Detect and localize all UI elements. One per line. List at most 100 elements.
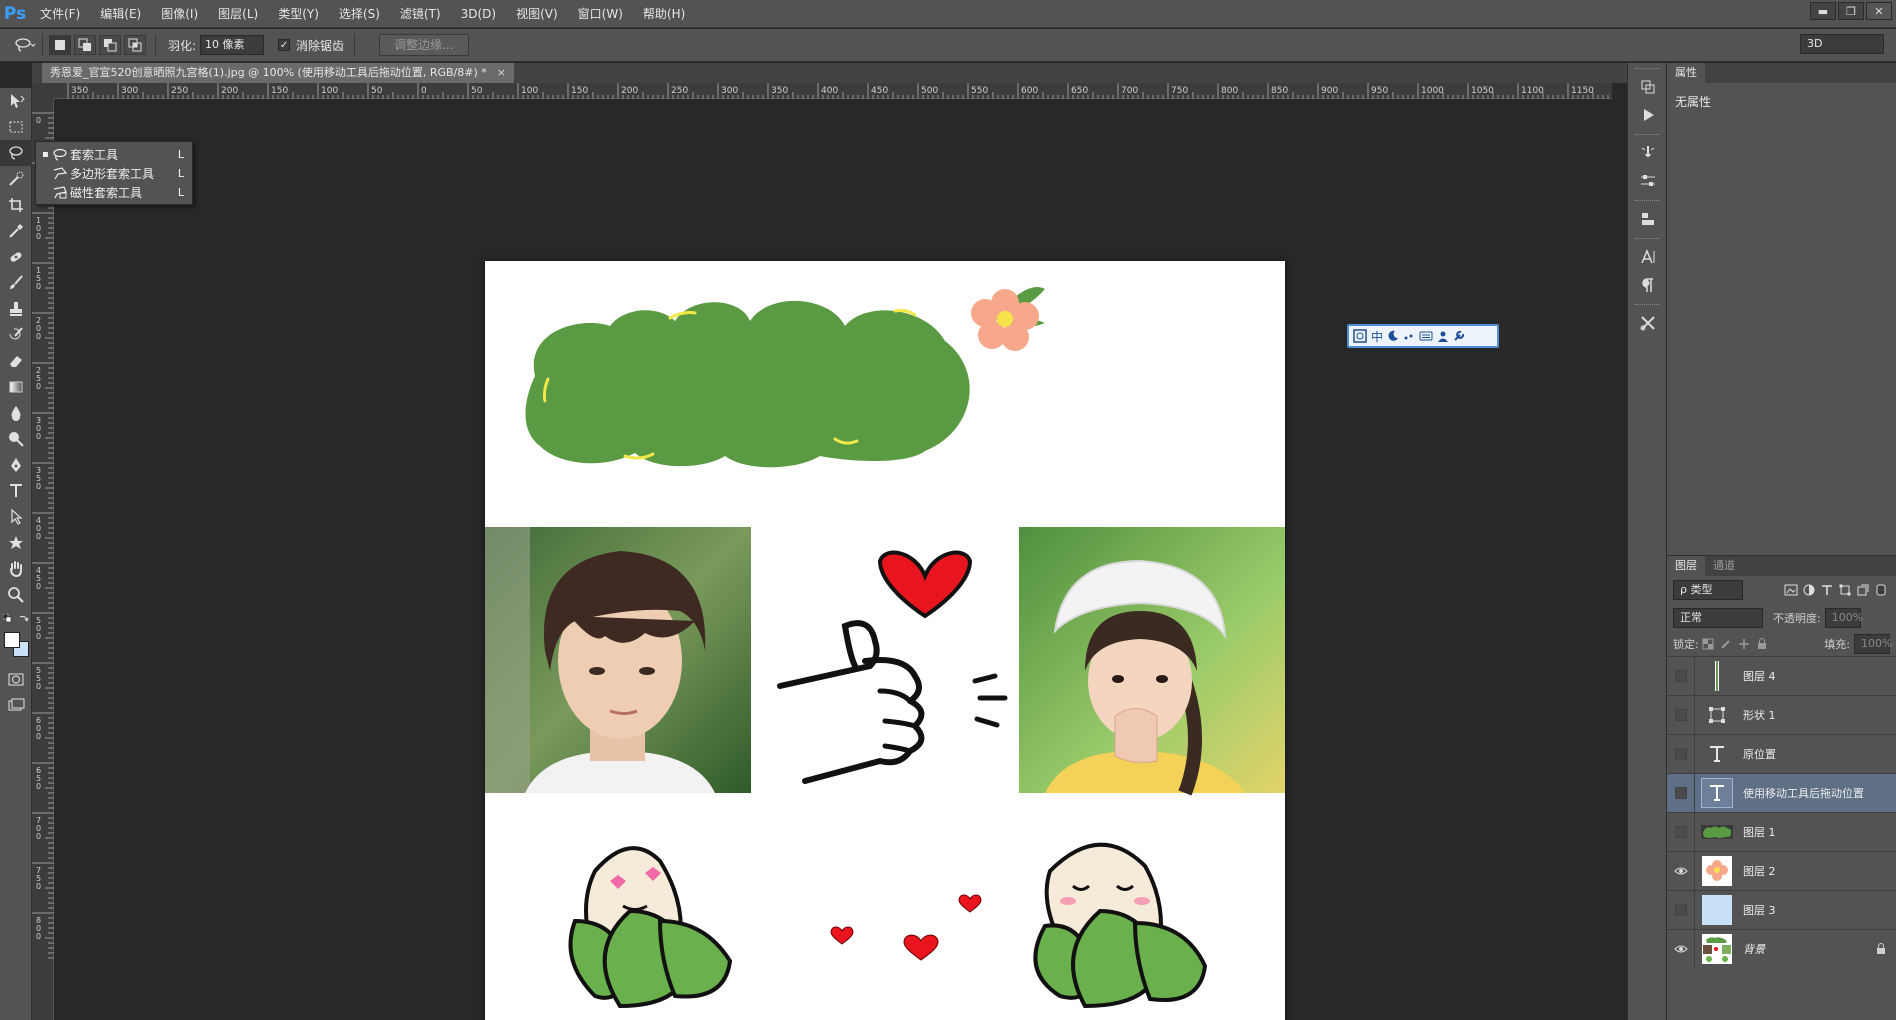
- marquee-tool[interactable]: [0, 114, 32, 140]
- document-canvas[interactable]: [485, 261, 1285, 1020]
- crop-tool[interactable]: [0, 192, 32, 218]
- menu-filter[interactable]: 滤镜(T): [390, 0, 451, 28]
- fill-input[interactable]: 100%: [1854, 634, 1892, 654]
- ime-punctuation-icon[interactable]: [1403, 328, 1415, 344]
- layer-row[interactable]: 图层 1: [1667, 812, 1896, 852]
- ime-keyboard-icon[interactable]: [1419, 328, 1433, 344]
- visibility-toggle[interactable]: [1667, 773, 1695, 813]
- history-panel-icon[interactable]: [1628, 73, 1668, 101]
- minimize-button[interactable]: ▬: [1810, 2, 1836, 20]
- layer-row[interactable]: 原位置: [1667, 734, 1896, 774]
- brush-presets-icon[interactable]: [1628, 139, 1668, 167]
- blend-mode-select[interactable]: 正常: [1673, 608, 1763, 628]
- visibility-toggle[interactable]: [1667, 812, 1695, 852]
- tab-layers[interactable]: 图层: [1667, 556, 1705, 576]
- move-tool[interactable]: [0, 88, 32, 114]
- clone-stamp-tool[interactable]: [0, 296, 32, 322]
- ime-moon-icon[interactable]: [1387, 328, 1399, 344]
- filter-adjustment-icon[interactable]: [1800, 582, 1818, 598]
- antialias-checkbox[interactable]: ✓: [278, 39, 291, 51]
- visibility-toggle[interactable]: [1667, 695, 1695, 735]
- hand-tool[interactable]: [0, 556, 32, 582]
- tab-properties[interactable]: 属性: [1667, 63, 1705, 83]
- default-colors-icon[interactable]: [3, 614, 13, 624]
- add-selection-icon[interactable]: [74, 35, 96, 55]
- vertical-ruler[interactable]: 0501001502002503003504004505005506006507…: [32, 99, 54, 1020]
- visibility-toggle[interactable]: [1667, 734, 1695, 774]
- layer-row-background[interactable]: 背景: [1667, 929, 1896, 969]
- gradient-tool[interactable]: [0, 374, 32, 400]
- history-brush-tool[interactable]: [0, 322, 32, 348]
- zoom-tool[interactable]: [0, 582, 32, 608]
- character-panel-icon[interactable]: [1628, 243, 1668, 271]
- filter-type-icon[interactable]: [1818, 582, 1836, 598]
- filter-toggle-icon[interactable]: [1872, 582, 1890, 598]
- feather-input[interactable]: 10 像素: [200, 35, 265, 55]
- menu-image[interactable]: 图像(I): [151, 0, 208, 28]
- actions-play-icon[interactable]: [1628, 101, 1668, 129]
- filter-pixel-icon[interactable]: [1782, 582, 1800, 598]
- tab-channels[interactable]: 通道: [1705, 556, 1743, 576]
- menu-3d[interactable]: 3D(D): [451, 0, 506, 28]
- dodge-tool[interactable]: [0, 426, 32, 452]
- workspace-select[interactable]: 3D: [1800, 34, 1884, 54]
- pen-tool[interactable]: [0, 452, 32, 478]
- lock-pixels-icon[interactable]: [1717, 636, 1735, 652]
- path-selection-tool[interactable]: [0, 504, 32, 530]
- refine-edge-button[interactable]: 调整边缘...: [379, 34, 469, 56]
- opacity-input[interactable]: 100%: [1824, 608, 1863, 628]
- layer-row[interactable]: 图层 2: [1667, 851, 1896, 891]
- paragraph-panel-icon[interactable]: [1628, 271, 1668, 299]
- close-tab-icon[interactable]: ×: [497, 66, 506, 79]
- ime-toolbar[interactable]: 中: [1347, 324, 1499, 348]
- lock-all-icon[interactable]: [1753, 636, 1771, 652]
- visibility-toggle[interactable]: [1667, 890, 1695, 930]
- visibility-toggle[interactable]: [1667, 851, 1695, 891]
- swap-colors-icon[interactable]: [19, 614, 29, 624]
- subtract-selection-icon[interactable]: [99, 35, 121, 55]
- layer-row[interactable]: 图层 4: [1667, 656, 1896, 696]
- quick-mask-icon[interactable]: [0, 666, 32, 692]
- filter-shape-icon[interactable]: [1836, 582, 1854, 598]
- type-tool[interactable]: [0, 478, 32, 504]
- layer-row-selected[interactable]: 使用移动工具后拖动位置: [1667, 773, 1896, 813]
- canvas-area[interactable]: [54, 100, 1612, 1020]
- lock-transparent-icon[interactable]: [1699, 636, 1717, 652]
- brush-tool[interactable]: [0, 270, 32, 296]
- close-button[interactable]: ✕: [1866, 2, 1892, 20]
- document-tab[interactable]: 秀恩爱_官宣520创意晒照九宫格(1).jpg @ 100% (使用移动工具后拖…: [42, 63, 514, 83]
- screen-mode-icon[interactable]: [0, 692, 32, 718]
- lasso-preset-icon[interactable]: [14, 34, 36, 56]
- layer-row[interactable]: 图层 3: [1667, 890, 1896, 930]
- menu-file[interactable]: 文件(F): [30, 0, 90, 28]
- ime-chinese-mode[interactable]: 中: [1371, 328, 1383, 344]
- intersect-selection-icon[interactable]: [124, 35, 146, 55]
- horizontal-ruler[interactable]: 350 300 250 200 150 100 50 0 50 100 150 200 250 300 35…: [54, 83, 1612, 99]
- visibility-toggle[interactable]: [1667, 929, 1695, 969]
- menu-edit[interactable]: 编辑(E): [90, 0, 151, 28]
- layer-comps-icon[interactable]: [1628, 205, 1668, 233]
- quick-selection-tool[interactable]: [0, 166, 32, 192]
- visibility-toggle[interactable]: [1667, 656, 1695, 696]
- ime-settings-icon[interactable]: [1453, 328, 1465, 344]
- menu-help[interactable]: 帮助(H): [633, 0, 695, 28]
- tool-presets-icon[interactable]: [1628, 309, 1668, 337]
- flyout-item-magnetic-lasso[interactable]: 磁性套索工具 L: [36, 183, 192, 202]
- eraser-tool[interactable]: [0, 348, 32, 374]
- ime-user-icon[interactable]: [1437, 328, 1449, 344]
- menu-window[interactable]: 窗口(W): [568, 0, 633, 28]
- menu-layer[interactable]: 图层(L): [208, 0, 268, 28]
- flyout-item-polygonal-lasso[interactable]: 多边形套索工具 L: [36, 164, 192, 183]
- filter-smart-object-icon[interactable]: [1854, 582, 1872, 598]
- layer-row[interactable]: 形状 1: [1667, 695, 1896, 735]
- restore-button[interactable]: ❐: [1838, 2, 1864, 20]
- menu-view[interactable]: 视图(V): [506, 0, 568, 28]
- flyout-item-lasso[interactable]: ▪ 套索工具 L: [36, 145, 192, 164]
- menu-type[interactable]: 类型(Y): [268, 0, 329, 28]
- new-selection-icon[interactable]: [49, 35, 71, 55]
- menu-select[interactable]: 选择(S): [329, 0, 390, 28]
- eyedropper-tool[interactable]: [0, 218, 32, 244]
- lasso-tool[interactable]: [0, 140, 32, 166]
- foreground-color[interactable]: [4, 632, 20, 648]
- custom-shape-tool[interactable]: [0, 530, 32, 556]
